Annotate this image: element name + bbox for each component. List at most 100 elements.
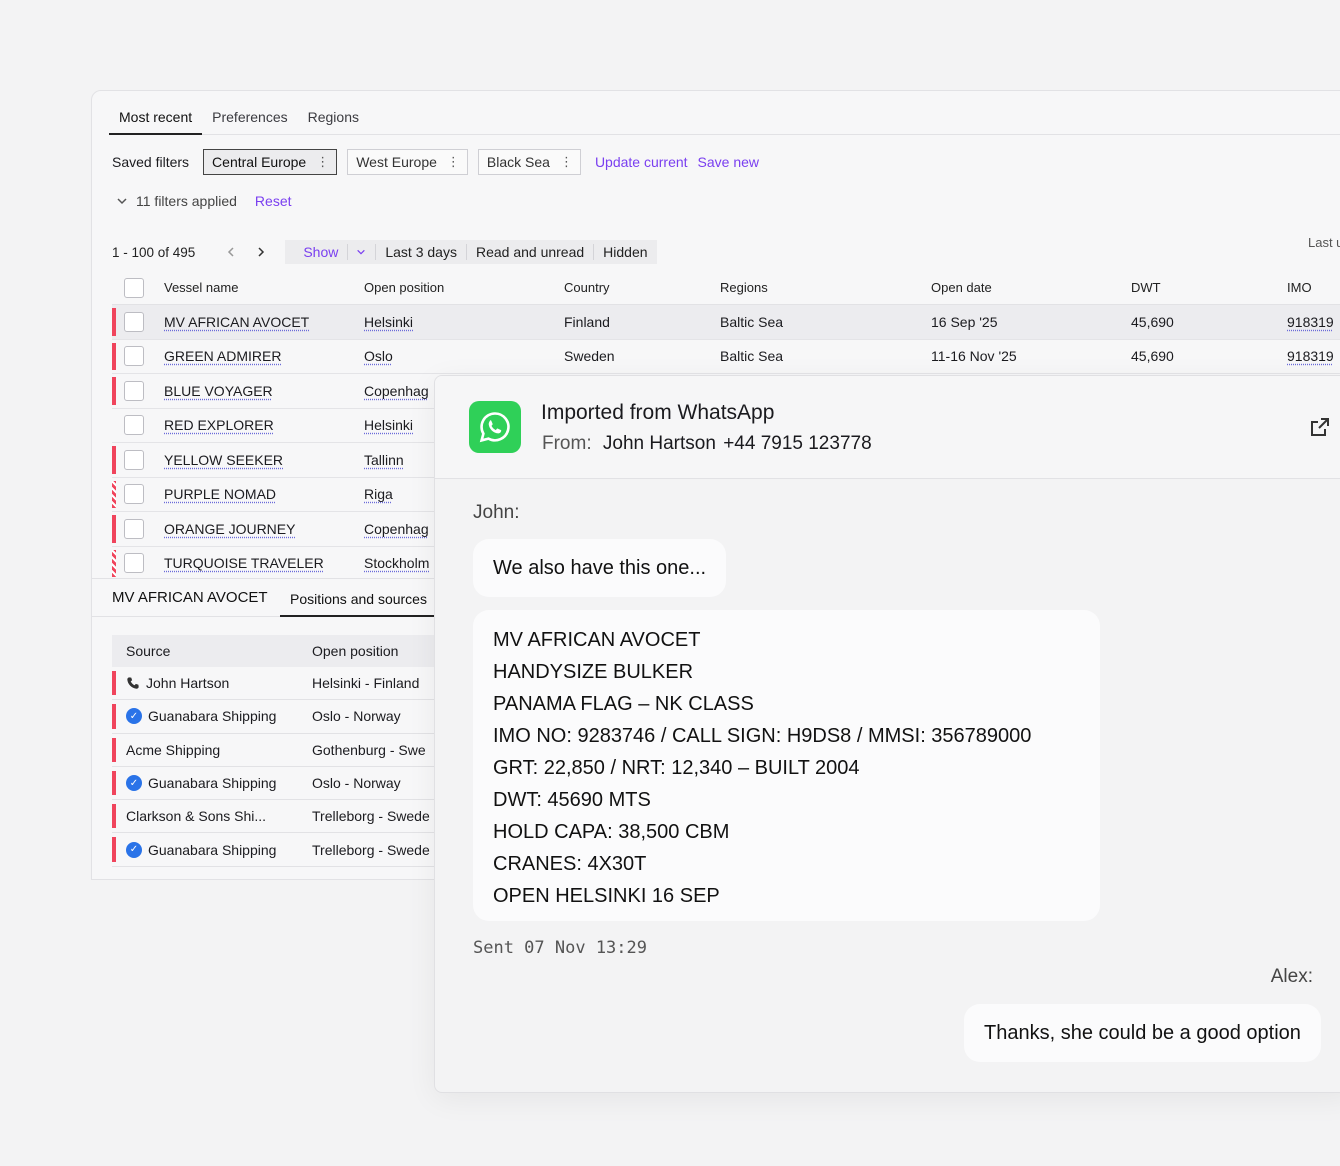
message-line: HOLD CAPA: 38,500 CBM [493,821,730,843]
option-last-3-days[interactable]: Last 3 days [376,244,467,260]
region-cell: Baltic Sea [720,348,784,365]
col-source: Source [126,643,171,659]
more-vertical-icon[interactable]: ⋮ [316,154,329,170]
open-position-link[interactable]: Helsinki [364,417,413,433]
show-label: Show [294,244,349,260]
col-open-date[interactable]: Open date [931,280,1131,295]
source-position: Trelleborg - Swede [312,841,430,858]
sent-timestamp: Sent 07 Nov 13:29 [473,938,647,958]
open-position-link[interactable]: Stockholm [364,555,429,571]
chip-label: Black Sea [486,154,550,170]
top-tabs: Most recent Preferences Regions [109,91,1340,135]
flag-marker [112,342,116,370]
chevron-right-icon[interactable] [255,246,267,258]
flag-marker [112,737,116,762]
vessel-name-link[interactable]: MV AFRICAN AVOCET [164,314,309,330]
more-vertical-icon[interactable]: ⋮ [447,154,460,170]
sources-table: Source Open position John Hartson Helsink… [112,635,442,867]
from-phone: +44 7915 123778 [723,433,872,454]
vessel-name-link[interactable]: RED EXPLORER [164,417,274,433]
open-position-link[interactable]: Copenhag [364,521,429,537]
whatsapp-message-panel: Imported from WhatsApp From: John Hartso… [434,375,1340,1093]
open-position-link[interactable]: Tallinn [364,452,404,468]
col-country[interactable]: Country [564,280,720,295]
col-imo[interactable]: IMO [1287,280,1340,295]
tab-positions-sources[interactable]: Positions and sources [280,579,437,617]
col-open-position: Open position [312,643,399,659]
source-row[interactable]: Acme Shipping Gothenburg - Swe [112,734,442,767]
chevron-left-icon[interactable] [225,246,237,258]
col-open-position[interactable]: Open position [364,280,564,295]
open-position-link[interactable]: Helsinki [364,314,413,330]
imo-link[interactable]: 918319 [1287,348,1334,364]
flag-marker [112,704,116,729]
row-checkbox[interactable] [124,518,144,539]
col-regions[interactable]: Regions [720,280,931,295]
row-checkbox[interactable] [124,311,144,332]
open-position-link[interactable]: Riga [364,486,393,502]
message-line: IMO NO: 9283746 / CALL SIGN: H9DS8 / MMS… [493,725,1032,747]
source-position: Oslo - Norway [312,708,401,725]
tab-preferences[interactable]: Preferences [202,91,297,135]
flag-marker [112,480,116,508]
table-row[interactable]: MV AFRICAN AVOCET Helsinki Finland Baltic S… [112,305,1340,340]
phone-icon [127,677,139,689]
row-checkbox[interactable] [124,380,144,401]
table-header: Vessel name Open position Country Region… [112,271,1340,305]
update-current-link[interactable]: Update current [595,154,688,170]
source-name: Guanabara Shipping [148,841,277,858]
row-checkbox[interactable] [124,346,144,367]
option-hidden[interactable]: Hidden [594,244,656,260]
source-row[interactable]: ✓ Guanabara Shipping Oslo - Norway [112,700,442,734]
filters-applied-toggle[interactable]: 11 filters applied Reset [116,193,292,209]
reset-link[interactable]: Reset [255,193,292,209]
message-line: GRT: 22,850 / NRT: 12,340 – BUILT 2004 [493,757,860,779]
source-row[interactable]: ✓ Guanabara Shipping Oslo - Norway [112,767,442,801]
show-dropdown[interactable]: Show [285,244,377,260]
row-checkbox[interactable] [124,415,144,436]
row-checkbox[interactable] [124,484,144,505]
vessel-name-link[interactable]: ORANGE JOURNEY [164,521,295,537]
open-position-link[interactable]: Copenhag [364,383,429,399]
col-dwt[interactable]: DWT [1131,280,1287,295]
save-new-link[interactable]: Save new [698,154,759,170]
filter-chip-central-europe[interactable]: Central Europe ⋮ [203,149,338,175]
message-source-title: Imported from WhatsApp [541,401,775,424]
col-vessel-name[interactable]: Vessel name [164,280,364,295]
country-cell: Sweden [564,348,615,365]
vessel-name-link[interactable]: TURQUOISE TRAVELER [164,555,324,571]
source-row[interactable]: Clarkson & Sons Shi... Trelleborg - Swede [112,800,442,834]
row-checkbox[interactable] [124,553,144,574]
source-name: Acme Shipping [126,741,221,758]
imo-link[interactable]: 918319 [1287,314,1334,330]
vessel-name-link[interactable]: GREEN ADMIRER [164,348,281,364]
detail-title: MV AFRICAN AVOCET [112,589,268,606]
external-link-icon[interactable] [1309,416,1331,438]
source-row[interactable]: John Hartson Helsinki - Finland [112,667,442,701]
table-row[interactable]: GREEN ADMIRER Oslo Sweden Baltic Sea 11-16 N… [112,339,1340,374]
vessel-detail-pane: MV AFRICAN AVOCET Positions and sources … [92,578,442,879]
vessel-name-link[interactable]: BLUE VOYAGER [164,383,273,399]
open-position-link[interactable]: Oslo [364,348,393,364]
verified-badge-icon: ✓ [126,708,142,725]
flag-marker [112,515,116,543]
chip-label: Central Europe [212,154,307,170]
source-row[interactable]: ✓ Guanabara Shipping Trelleborg - Swede [112,833,442,867]
last-updated-label: Last u [1308,235,1340,250]
more-vertical-icon[interactable]: ⋮ [560,154,573,170]
tab-regions[interactable]: Regions [298,91,369,135]
verified-badge-icon: ✓ [126,775,142,792]
tab-most-recent[interactable]: Most recent [109,91,203,135]
message-from: From: John Hartson +44 7915 123778 [542,433,872,455]
row-checkbox[interactable] [124,449,144,470]
flag-marker [112,770,116,796]
option-read-unread[interactable]: Read and unread [467,244,595,260]
flag-marker [112,308,116,336]
message-line: OPEN HELSINKI 16 SEP [493,885,720,907]
filter-chip-black-sea[interactable]: Black Sea ⋮ [477,149,581,175]
saved-filters-label: Saved filters [112,154,190,170]
select-all-checkbox[interactable] [124,277,144,298]
vessel-name-link[interactable]: PURPLE NOMAD [164,486,276,502]
filter-chip-west-europe[interactable]: West Europe ⋮ [347,149,468,175]
vessel-name-link[interactable]: YELLOW SEEKER [164,452,283,468]
